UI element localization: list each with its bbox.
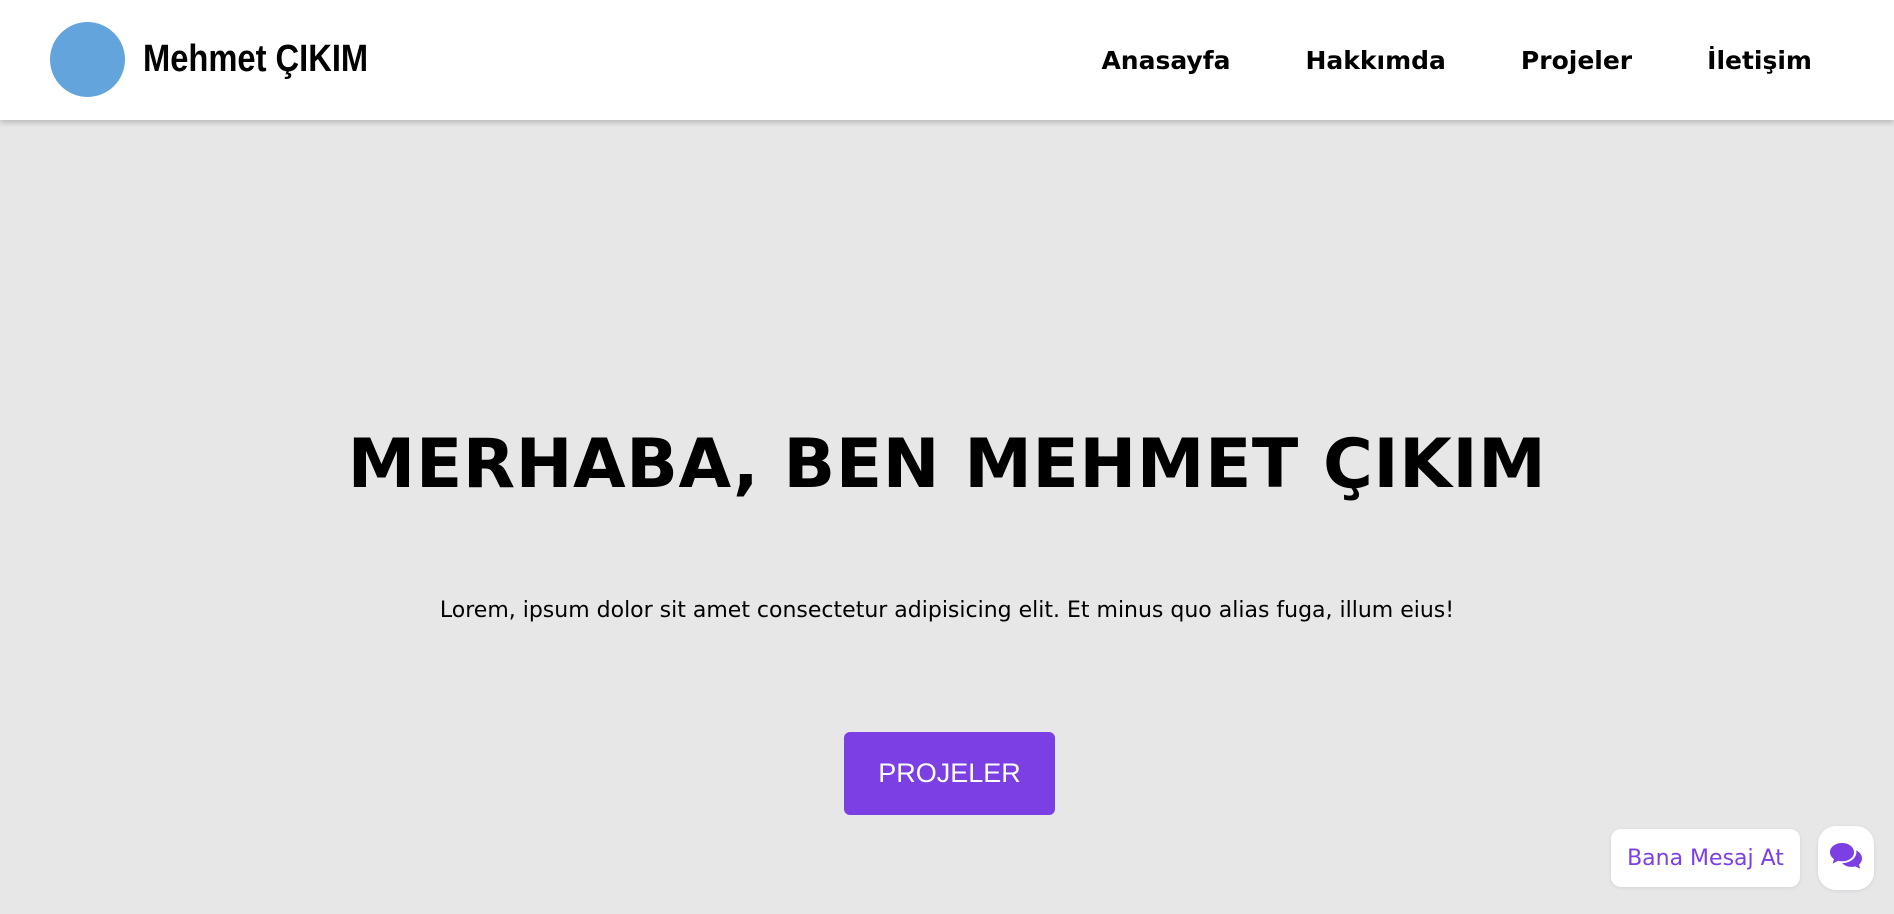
send-message-label[interactable]: Bana Mesaj At — [1611, 829, 1800, 887]
projects-button[interactable]: PROJELER — [844, 732, 1055, 815]
hero-title: MERHABA, BEN MEHMET ÇIKIM — [347, 425, 1547, 504]
chat-button[interactable] — [1818, 826, 1874, 890]
nav-item-hakkimda[interactable]: Hakkımda — [1305, 46, 1445, 75]
brand[interactable]: Mehmet ÇIKIM — [50, 22, 405, 97]
main-nav: Anasayfa Hakkımda Projeler İletişim — [1026, 0, 1812, 120]
nav-item-iletisim[interactable]: İletişim — [1707, 46, 1812, 75]
nav-item-projeler[interactable]: Projeler — [1521, 46, 1632, 75]
avatar — [50, 22, 125, 97]
comments-icon — [1829, 841, 1863, 875]
hero-section: MERHABA, BEN MEHMET ÇIKIM Lorem, ipsum d… — [0, 120, 1894, 914]
nav-item-anasayfa[interactable]: Anasayfa — [1101, 46, 1230, 75]
site-header: Mehmet ÇIKIM Anasayfa Hakkımda Projeler … — [0, 0, 1894, 120]
hero-subtitle: Lorem, ipsum dolor sit amet consectetur … — [439, 598, 1455, 623]
brand-name[interactable]: Mehmet ÇIKIM — [143, 38, 368, 81]
